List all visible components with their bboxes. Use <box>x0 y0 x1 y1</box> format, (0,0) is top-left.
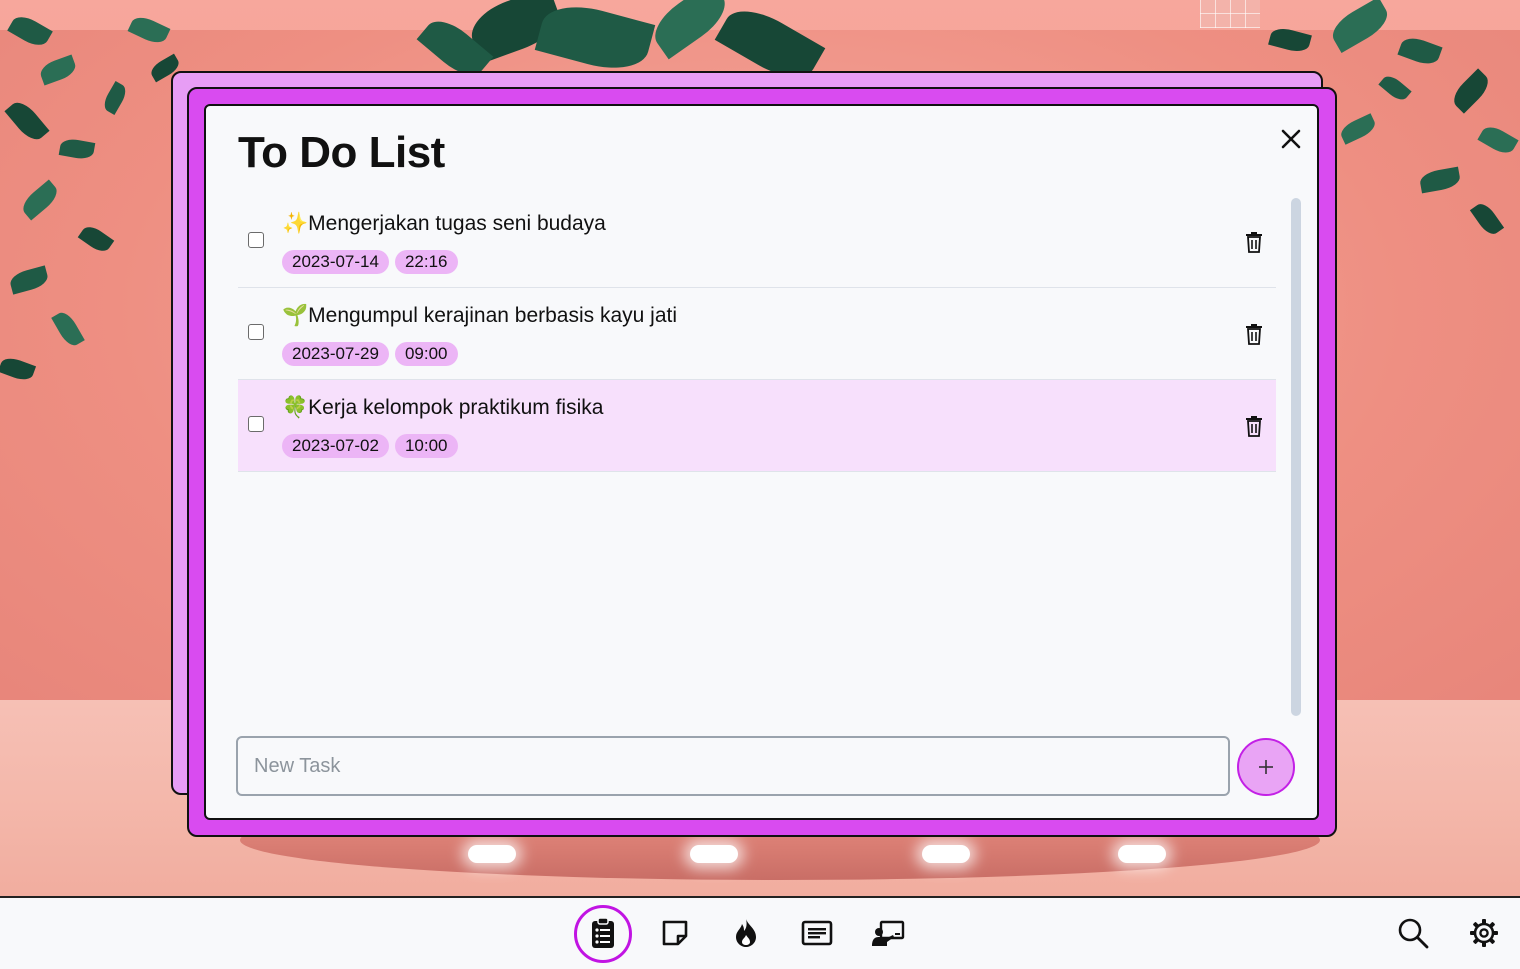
clipboard-list-icon <box>592 917 614 948</box>
text-box-icon <box>801 920 833 946</box>
task-list: ✨Mengerjakan tugas seni budaya 2023-07-1… <box>238 196 1276 472</box>
task-title: ✨Mengerjakan tugas seni budaya <box>282 212 606 235</box>
trash-icon <box>1246 416 1262 437</box>
search-icon <box>1398 918 1429 949</box>
task-time-badge: 22:16 <box>394 250 458 274</box>
taskbar-streak-button[interactable] <box>729 916 763 950</box>
delete-task-button[interactable] <box>1242 414 1266 438</box>
trash-icon <box>1246 324 1262 345</box>
task-date-badge: 2023-07-14 <box>282 250 389 274</box>
add-task-button[interactable] <box>1237 738 1295 796</box>
taskbar-sticky-note-button[interactable] <box>658 916 692 950</box>
taskbar-presenter-button[interactable] <box>871 916 905 950</box>
presenter-icon <box>872 920 905 946</box>
close-button[interactable] <box>1278 126 1304 152</box>
task-tags: 2023-07-14 22:16 <box>282 250 458 274</box>
scrollbar[interactable] <box>1291 198 1301 716</box>
pedestal-light <box>690 845 738 863</box>
pedestal-light <box>1118 845 1166 863</box>
flame-icon <box>736 919 756 947</box>
task-date-badge: 2023-07-29 <box>282 342 389 366</box>
task-checkbox[interactable] <box>248 232 264 248</box>
delete-task-button[interactable] <box>1242 322 1266 346</box>
gear-icon <box>1470 919 1498 947</box>
task-tags: 2023-07-29 09:00 <box>282 342 458 366</box>
task-tags: 2023-07-02 10:00 <box>282 434 458 458</box>
background-window <box>1200 0 1260 28</box>
plus-icon <box>1259 760 1273 774</box>
task-item[interactable]: 🍀Kerja kelompok praktikum fisika 2023-07… <box>238 380 1276 472</box>
delete-task-button[interactable] <box>1242 230 1266 254</box>
task-item[interactable]: ✨Mengerjakan tugas seni budaya 2023-07-1… <box>238 196 1276 288</box>
task-time-badge: 10:00 <box>394 434 458 458</box>
task-checkbox[interactable] <box>248 416 264 432</box>
pedestal-light <box>922 845 970 863</box>
pedestal-light <box>468 845 516 863</box>
close-icon <box>1281 129 1301 149</box>
task-item[interactable]: 🌱Mengumpul kerajinan berbasis kayu jati … <box>238 288 1276 380</box>
new-task-input[interactable] <box>236 736 1230 796</box>
taskbar-todo-button[interactable] <box>586 916 620 950</box>
page-title: To Do List <box>238 128 445 177</box>
taskbar <box>0 896 1520 969</box>
sticky-note-icon <box>662 920 688 946</box>
todo-dialog: To Do List ✨Mengerjakan tugas seni buday… <box>204 104 1319 820</box>
trash-icon <box>1246 232 1262 253</box>
task-time-badge: 09:00 <box>394 342 458 366</box>
settings-button[interactable] <box>1467 916 1501 950</box>
task-title: 🍀Kerja kelompok praktikum fisika <box>282 396 604 419</box>
taskbar-notes-button[interactable] <box>800 916 834 950</box>
task-title: 🌱Mengumpul kerajinan berbasis kayu jati <box>282 304 678 327</box>
task-date-badge: 2023-07-02 <box>282 434 389 458</box>
task-checkbox[interactable] <box>248 324 264 340</box>
search-button[interactable] <box>1396 916 1430 950</box>
